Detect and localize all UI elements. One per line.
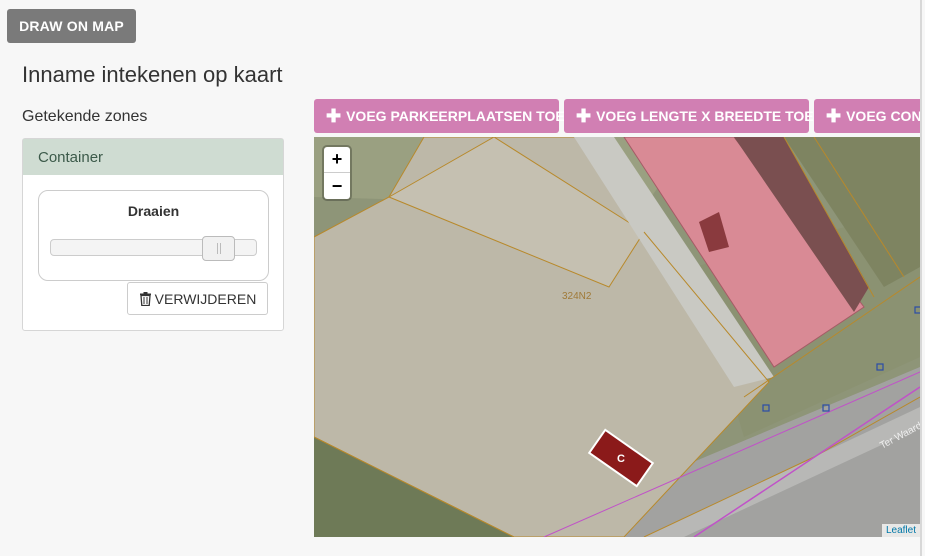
rotate-slider-handle[interactable] [202, 236, 235, 261]
page: DRAW ON MAP Inname intekenen op kaart Ge… [0, 0, 925, 556]
draw-on-map-button[interactable]: DRAW ON MAP [7, 9, 136, 43]
delete-zone-label: VERWIJDEREN [154, 290, 257, 307]
window-edge [920, 0, 922, 556]
parcel-number-label: 324N2 [562, 291, 592, 302]
delete-zone-button[interactable]: VERWIJDEREN [127, 282, 268, 315]
zone-panel: Container Draaien VERWIJDEREN [22, 138, 284, 331]
add-length-width-button[interactable]: ✚ VOEG LENGTE X BREEDTE TOE [564, 99, 814, 133]
map-attribution[interactable]: Leaflet [881, 524, 920, 537]
add-container-button[interactable]: ✚ VOEG CONT [814, 99, 920, 133]
page-title: Inname intekenen op kaart [22, 62, 283, 87]
map-toolbar: ✚ VOEG PARKEERPLAATSEN TOE ✚ VOEG LENGTE… [314, 99, 920, 133]
drawn-zones-heading: Getekende zones [22, 108, 148, 125]
zoom-control: + − [324, 147, 350, 199]
map[interactable]: 324N2 Ter Waard C + − Leaflet [314, 137, 920, 537]
add-length-width-label: VOEG LENGTE X BREEDTE TOE [596, 108, 814, 124]
rotate-control: Draaien [38, 190, 269, 281]
plus-icon: ✚ [576, 105, 592, 126]
plus-icon: ✚ [826, 105, 842, 126]
add-parking-spaces-button[interactable]: ✚ VOEG PARKEERPLAATSEN TOE [314, 99, 565, 133]
plus-icon: ✚ [326, 105, 342, 126]
zoom-in-button[interactable]: + [324, 147, 350, 173]
add-container-label: VOEG CONT [846, 108, 920, 124]
rotate-slider[interactable] [50, 236, 257, 261]
container-marker-label: C [617, 453, 625, 465]
zoom-out-button[interactable]: − [324, 173, 350, 199]
trash-icon [139, 291, 151, 306]
map-canvas[interactable]: 324N2 Ter Waard C [314, 137, 920, 537]
add-parking-spaces-label: VOEG PARKEERPLAATSEN TOE [346, 108, 565, 124]
zone-panel-header[interactable]: Container [23, 139, 283, 175]
rotate-label: Draaien [127, 203, 180, 219]
